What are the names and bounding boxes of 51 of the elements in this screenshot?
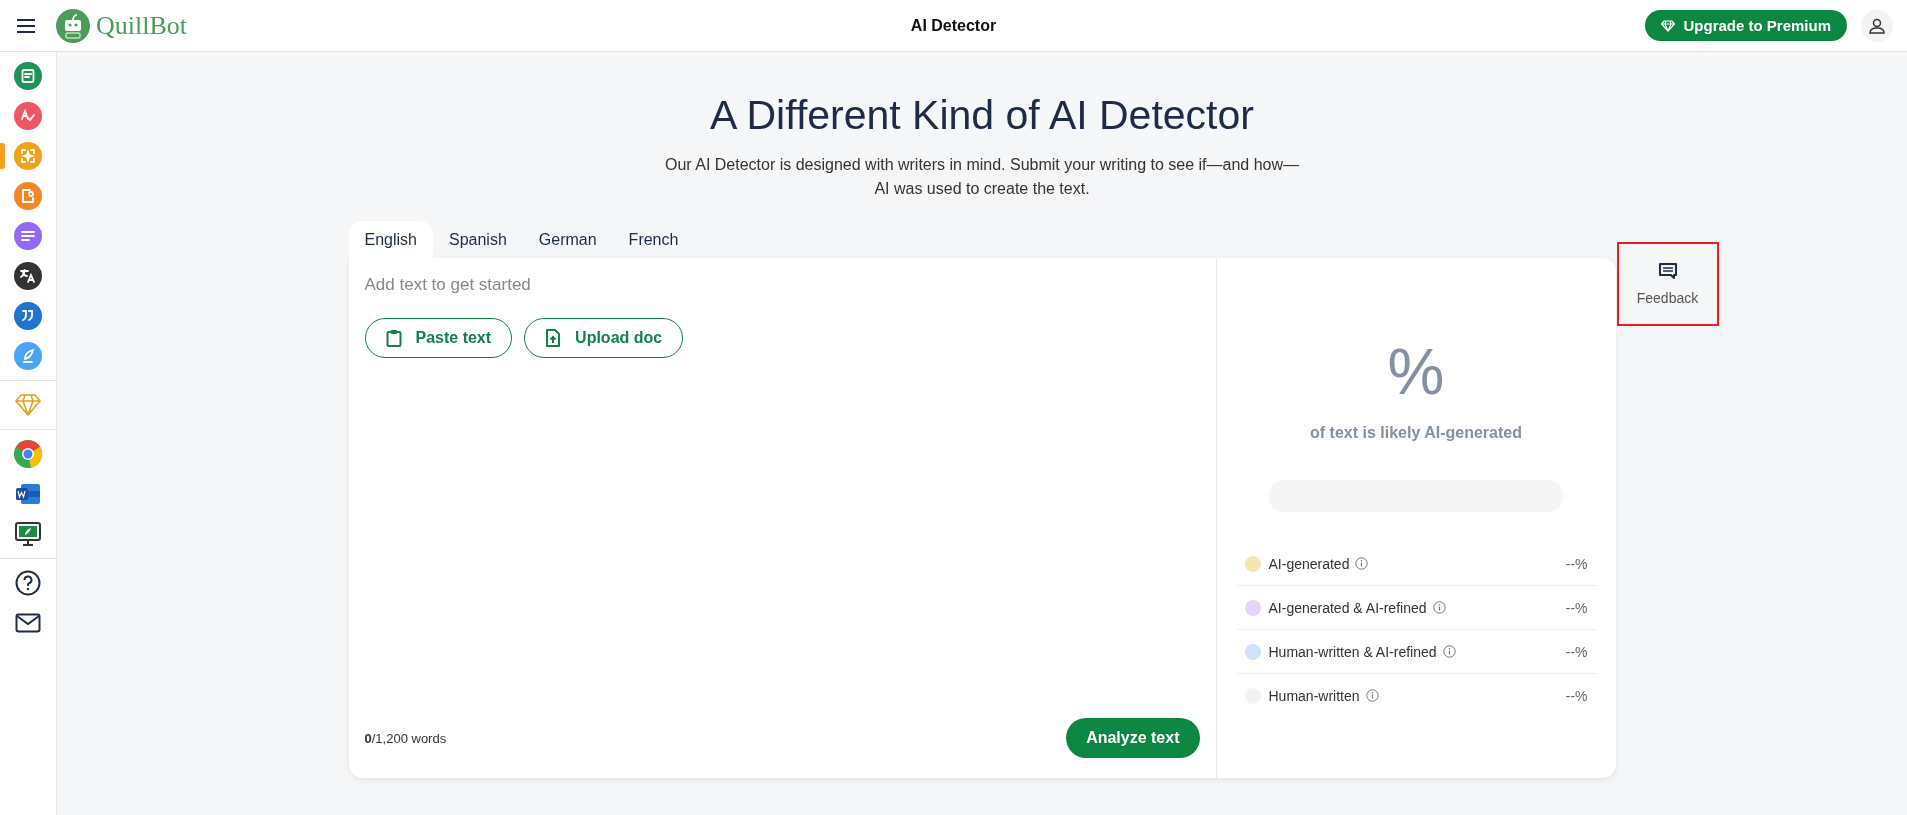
diamond-icon[interactable]: [15, 393, 41, 417]
spellcheck-icon[interactable]: [14, 102, 42, 130]
lines-icon[interactable]: [14, 222, 42, 250]
diamond-icon: [1661, 19, 1676, 32]
info-icon[interactable]: [1442, 645, 1456, 658]
analyze-text-button[interactable]: Analyze text: [1066, 718, 1200, 758]
language-tab[interactable]: Spanish: [433, 221, 523, 258]
word-count: 0/1,200 words: [364, 730, 447, 746]
mail-icon[interactable]: [15, 613, 41, 633]
active-indicator: [0, 143, 5, 169]
document-search-icon[interactable]: [14, 182, 42, 210]
info-icon[interactable]: [1432, 601, 1446, 614]
legend-label: Human-written: [1268, 687, 1360, 704]
sparkle-frame-icon[interactable]: [14, 142, 42, 170]
language-tab[interactable]: English: [348, 221, 433, 258]
language-tab[interactable]: German: [522, 221, 613, 258]
result-caption: of text is likely AI-generated: [1310, 424, 1522, 442]
percent-display: %: [1387, 340, 1445, 404]
monitor-icon[interactable]: [14, 521, 42, 547]
legend-label: AI-generated & AI-refined: [1268, 599, 1427, 616]
menu-icon[interactable]: [16, 17, 36, 34]
word-icon[interactable]: [15, 482, 41, 506]
document-icon[interactable]: [14, 62, 42, 90]
upgrade-button[interactable]: Upgrade to Premium: [1645, 10, 1847, 41]
legend-value: --%: [1565, 687, 1588, 704]
upload-doc-button[interactable]: Upload doc: [524, 318, 684, 358]
info-icon[interactable]: [1355, 557, 1369, 570]
robot-logo-icon: [56, 8, 90, 43]
feather-icon[interactable]: [14, 342, 42, 370]
page-title: AI Detector: [910, 16, 997, 35]
chat-icon: [1657, 262, 1678, 280]
paste-text-button[interactable]: Paste text: [364, 318, 513, 358]
legend-label: AI-generated: [1268, 555, 1350, 572]
legend-value: --%: [1565, 643, 1588, 660]
hero-title: A Different Kind of AI Detector: [710, 92, 1254, 139]
file-upload-icon: [545, 329, 562, 347]
hero-subtitle: Our AI Detector is designed with writers in mind. Submit your writing to see if—and how—AI was used to create the text.: [663, 155, 1300, 199]
chrome-icon[interactable]: [14, 440, 42, 468]
translate-icon[interactable]: [14, 262, 42, 290]
language-tab[interactable]: French: [612, 221, 695, 258]
legend-value: --%: [1565, 555, 1588, 572]
help-icon[interactable]: [15, 570, 41, 596]
legend-label: Human-written & AI-refined: [1268, 643, 1437, 660]
info-icon[interactable]: [1365, 689, 1379, 702]
person-icon: [1868, 16, 1886, 35]
feedback-button[interactable]: Feedback: [1616, 242, 1719, 326]
legend-value: --%: [1565, 599, 1588, 616]
brand-name: QuillBot: [96, 10, 187, 41]
account-button[interactable]: [1861, 9, 1893, 42]
clipboard-icon: [385, 329, 402, 347]
quote-icon[interactable]: [14, 302, 42, 330]
